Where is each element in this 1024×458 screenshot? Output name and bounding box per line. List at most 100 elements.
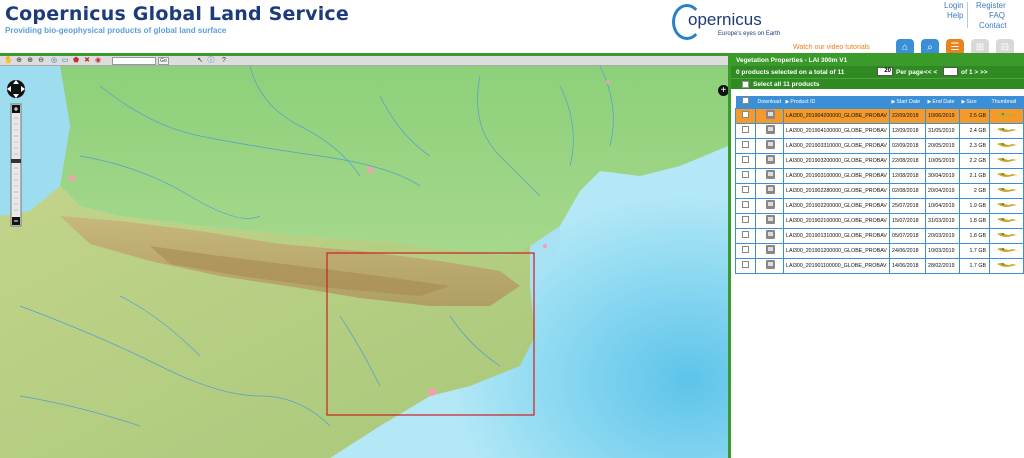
table-row[interactable]: LAI300_201903200000_GLOBE_PROBAV 22/08/20… bbox=[735, 152, 1024, 169]
table-row[interactable]: LAI300_201904100000_GLOBE_PROBAV 12/09/20… bbox=[735, 122, 1024, 139]
column-header-size[interactable]: ▶Size bbox=[959, 96, 990, 108]
header-checkbox-cell bbox=[735, 96, 756, 108]
download-icon[interactable] bbox=[766, 260, 775, 269]
thumbnail-image[interactable] bbox=[996, 201, 1018, 208]
download-icon[interactable] bbox=[766, 215, 775, 224]
draw-polygon-icon[interactable]: ⬟ bbox=[72, 57, 80, 65]
download-icon[interactable] bbox=[766, 170, 775, 179]
thumbnail-image[interactable] bbox=[996, 111, 1018, 118]
go-button[interactable]: Go bbox=[158, 57, 169, 65]
row-checkbox[interactable] bbox=[742, 156, 749, 163]
end-date-cell: 20/05/2019 bbox=[925, 137, 960, 154]
column-header-product-id[interactable]: ▶Product ID bbox=[783, 96, 890, 108]
contact-link[interactable]: Contact bbox=[979, 21, 1007, 30]
end-date-cell: 28/02/2019 bbox=[925, 257, 960, 274]
pointer-icon[interactable]: ↖ bbox=[196, 57, 204, 65]
download-icon[interactable] bbox=[766, 155, 775, 164]
table-row[interactable]: LAI300_201901100000_GLOBE_PROBAV 14/06/20… bbox=[735, 257, 1024, 274]
thumbnail-cell bbox=[989, 122, 1024, 139]
info-icon[interactable]: ⓘ bbox=[207, 57, 215, 65]
download-cell bbox=[755, 242, 784, 259]
size-cell: 2.4 GB bbox=[959, 122, 990, 139]
row-checkbox[interactable] bbox=[742, 201, 749, 208]
map-view[interactable] bbox=[0, 66, 728, 458]
download-icon[interactable] bbox=[766, 125, 775, 134]
download-icon[interactable] bbox=[766, 140, 775, 149]
product-id-cell: LAI300_201902100000_GLOBE_PROBAV bbox=[783, 212, 890, 229]
map-nav-control bbox=[5, 78, 27, 228]
per-page-input[interactable]: 20 bbox=[877, 67, 893, 76]
row-checkbox[interactable] bbox=[742, 261, 749, 268]
thumbnail-image[interactable] bbox=[996, 141, 1018, 148]
select-all-row: Select all 11 products bbox=[731, 78, 1024, 89]
table-row[interactable]: LAI300_201902100000_GLOBE_PROBAV 15/07/20… bbox=[735, 212, 1024, 229]
draw-rectangle-icon[interactable]: ▭ bbox=[61, 57, 69, 65]
video-tutorials-link[interactable]: Watch our video tutorials bbox=[793, 44, 870, 51]
download-icon[interactable] bbox=[766, 245, 775, 254]
column-header-start-date[interactable]: ▶Start Date bbox=[889, 96, 926, 108]
register-link[interactable]: Register bbox=[976, 1, 1006, 10]
zoom-in-box-icon[interactable]: ⊕ bbox=[15, 57, 23, 65]
page-number-input[interactable] bbox=[943, 67, 958, 76]
help-link[interactable]: Help bbox=[947, 11, 963, 20]
download-icon[interactable] bbox=[766, 230, 775, 239]
table-row[interactable]: LAI300_201903310000_GLOBE_PROBAV 02/09/20… bbox=[735, 137, 1024, 154]
site-title[interactable]: Copernicus Global Land Service bbox=[5, 3, 349, 25]
thumbnail-image[interactable] bbox=[996, 216, 1018, 223]
row-checkbox[interactable] bbox=[742, 216, 749, 223]
row-checkbox[interactable] bbox=[742, 126, 749, 133]
clear-selection-icon[interactable]: ✖ bbox=[83, 57, 91, 65]
pager-prev-buttons[interactable]: << < bbox=[924, 69, 937, 76]
download-icon[interactable] bbox=[766, 185, 775, 194]
thumbnail-image[interactable] bbox=[996, 261, 1018, 268]
select-all-checkbox[interactable] bbox=[742, 81, 749, 88]
zoom-slider[interactable] bbox=[10, 103, 22, 227]
size-cell: 2 GB bbox=[959, 182, 990, 199]
selection-summary: 0 products selected on a total of 11 bbox=[736, 69, 845, 76]
thumbnail-image[interactable] bbox=[996, 171, 1018, 178]
table-row[interactable]: LAI300_201901200000_GLOBE_PROBAV 24/06/20… bbox=[735, 242, 1024, 259]
terrain-map bbox=[0, 66, 728, 458]
city-marker bbox=[367, 167, 373, 173]
row-checkbox[interactable] bbox=[742, 141, 749, 148]
table-row[interactable]: LAI300_201904200000_GLOBE_PROBAV 22/09/20… bbox=[735, 107, 1024, 124]
row-checkbox-cell bbox=[735, 107, 756, 124]
row-checkbox[interactable] bbox=[742, 111, 749, 118]
thumbnail-image[interactable] bbox=[996, 126, 1018, 133]
start-date-cell: 22/09/2018 bbox=[889, 107, 926, 124]
table-row[interactable]: LAI300_201902200000_GLOBE_PROBAV 25/07/20… bbox=[735, 197, 1024, 214]
row-checkbox[interactable] bbox=[742, 231, 749, 238]
row-checkbox-cell bbox=[735, 242, 756, 259]
full-extent-icon[interactable]: ◎ bbox=[50, 57, 58, 65]
thumbnail-image[interactable] bbox=[996, 186, 1018, 193]
download-icon[interactable] bbox=[766, 200, 775, 209]
row-checkbox-cell bbox=[735, 257, 756, 274]
thumbnail-image[interactable] bbox=[996, 156, 1018, 163]
download-icon[interactable] bbox=[766, 110, 775, 119]
start-date-cell: 24/06/2018 bbox=[889, 242, 926, 259]
table-row[interactable]: LAI300_201902280000_GLOBE_PROBAV 02/08/20… bbox=[735, 182, 1024, 199]
end-date-cell: 10/04/2019 bbox=[925, 197, 960, 214]
row-checkbox[interactable] bbox=[742, 171, 749, 178]
zoom-in-icon[interactable]: ⊕ bbox=[26, 57, 34, 65]
pan-control-icon[interactable] bbox=[7, 80, 25, 98]
table-row[interactable]: LAI300_201901310000_GLOBE_PROBAV 05/07/20… bbox=[735, 227, 1024, 244]
location-search-input[interactable] bbox=[112, 57, 156, 65]
thumbnail-image[interactable] bbox=[996, 231, 1018, 238]
pan-hand-icon[interactable]: ✋ bbox=[4, 57, 13, 65]
table-row[interactable]: LAI300_201903100000_GLOBE_PROBAV 12/08/20… bbox=[735, 167, 1024, 184]
row-checkbox[interactable] bbox=[742, 246, 749, 253]
faq-link[interactable]: FAQ bbox=[989, 11, 1005, 20]
zoom-out-icon[interactable]: ⊖ bbox=[37, 57, 45, 65]
header-checkbox[interactable] bbox=[741, 97, 749, 105]
product-id-cell: LAI300_201901200000_GLOBE_PROBAV bbox=[783, 242, 890, 259]
thumbnail-image[interactable] bbox=[996, 246, 1018, 253]
point-select-icon[interactable]: ◉ bbox=[94, 57, 102, 65]
copernicus-logo[interactable]: opernicus Europe's eyes on Earth bbox=[670, 2, 790, 44]
column-header-end-date[interactable]: ▶End Date bbox=[925, 96, 960, 108]
pager-next-buttons[interactable]: of 1 > >> bbox=[961, 69, 988, 76]
help-icon[interactable]: ? bbox=[220, 57, 228, 65]
login-link[interactable]: Login bbox=[944, 1, 964, 10]
row-checkbox[interactable] bbox=[742, 186, 749, 193]
size-cell: 2.1 GB bbox=[959, 167, 990, 184]
